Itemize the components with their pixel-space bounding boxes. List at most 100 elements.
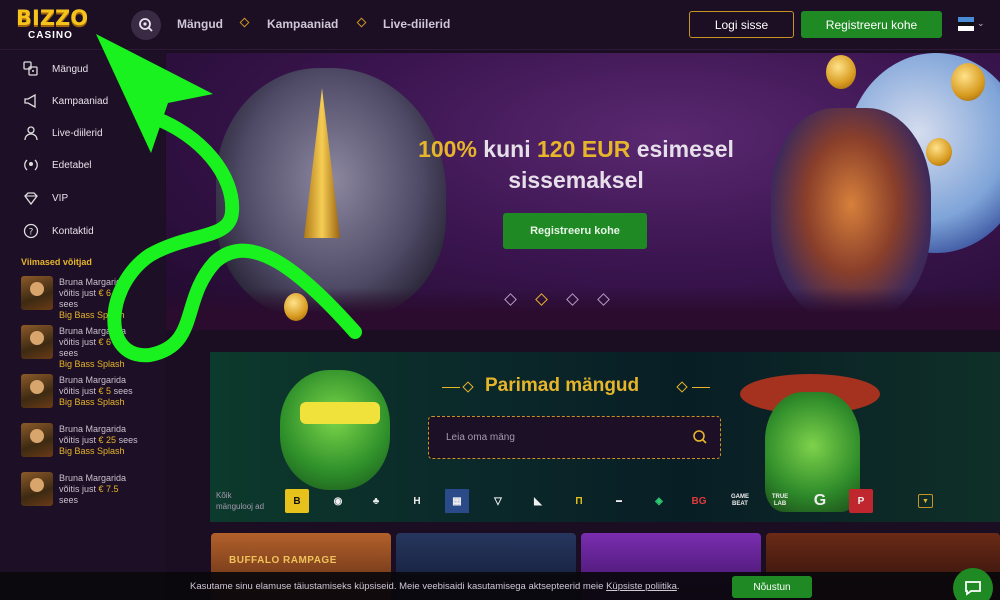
logo-subtitle: CASINO [28, 30, 73, 41]
carousel-dot[interactable] [566, 293, 579, 306]
coin-artwork [284, 293, 308, 321]
promo-banner[interactable]: 100% kuni 120 EUR esimesel sissemaksel R… [166, 53, 1000, 330]
provider-logo[interactable]: Π [567, 489, 591, 513]
promo-headline: 100% kuni 120 EUR esimesel sissemaksel [418, 136, 734, 193]
game-thumbnail [21, 472, 53, 506]
winner-item[interactable]: Bruna Margarida võitis just € 6 sees Big… [21, 324, 161, 369]
provider-logo[interactable]: ▽ [486, 489, 510, 513]
sidebar-item-promotions[interactable]: Kampaaniad [22, 91, 108, 111]
bizzo-casino-logo[interactable]: BIZZO CASINO [14, 6, 100, 44]
games-icon [22, 60, 40, 78]
provider-logo[interactable]: ◉ [326, 489, 350, 513]
game-thumbnail [21, 374, 53, 408]
provider-logo[interactable]: ▦ [445, 489, 469, 513]
nav-games[interactable]: Mängud [177, 17, 223, 31]
winner-game[interactable]: Big Bass Splash [59, 446, 125, 456]
search-button[interactable] [131, 10, 161, 40]
winner-name: Bruna Margarida [59, 277, 127, 287]
game-tile-title: BUFFALO RAMPAGE [229, 555, 337, 566]
winner-suffix: sees [59, 348, 79, 358]
sidebar-item-label: Mängud [52, 63, 89, 75]
sidebar-item-label: VIP [52, 192, 69, 204]
sidebar: Mängud Kampaaniad Live-diilerid Edetabel… [0, 51, 165, 600]
title-ornament-icon [676, 381, 688, 393]
winner-name: Bruna Margarida [59, 326, 127, 336]
provider-logo[interactable]: GAME BEAT [728, 489, 752, 513]
estonian-flag-icon[interactable] [958, 17, 974, 31]
cookie-text: Kasutame sinu elamuse täiustamiseks küps… [190, 581, 680, 592]
carousel-dot-active[interactable] [535, 293, 548, 306]
sidebar-item-vip[interactable]: VIP [22, 188, 68, 208]
logo-wordmark: BIZZO [16, 6, 89, 30]
provider-logo[interactable]: B [285, 489, 309, 513]
winner-amount-line: võitis just € 6 [59, 288, 112, 298]
recent-winners-title: Viimased võitjad [21, 257, 92, 267]
game-thumbnail [21, 325, 53, 359]
chevron-down-icon[interactable]: ⌄ [977, 18, 985, 29]
carousel-dot[interactable] [597, 293, 610, 306]
winner-amount-line: võitis just € 5 sees [59, 386, 133, 396]
provider-logo[interactable]: P [849, 489, 873, 513]
nav-promotions[interactable]: Kampaaniad [267, 17, 338, 31]
winner-item[interactable]: Bruna Margarida võitis just € 5 sees Big… [21, 373, 161, 413]
live-chat-button[interactable] [953, 568, 993, 600]
winner-name: Bruna Margarida [59, 375, 127, 385]
provider-logo[interactable]: H [405, 489, 429, 513]
megaphone-icon [22, 92, 40, 110]
provider-logo[interactable]: BG [687, 489, 711, 513]
frog-mascot-artwork [280, 370, 390, 490]
sidebar-item-contacts[interactable]: ? Kontaktid [22, 221, 94, 241]
winner-item[interactable]: Bruna Margarida võitis just € 25 sees Bi… [21, 422, 161, 462]
carousel-dot[interactable] [504, 293, 517, 306]
game-thumbnail [21, 423, 53, 457]
search-placeholder: Leia oma mäng [446, 432, 515, 443]
all-providers-label[interactable]: Kõik mängulooj ad [216, 490, 264, 512]
provider-logo[interactable]: ◣ [526, 489, 550, 513]
register-button[interactable]: Registreeru kohe [801, 11, 942, 38]
provider-logo[interactable]: ▬ [607, 489, 631, 513]
winner-name: Bruna Margarida [59, 424, 127, 434]
sidebar-item-games[interactable]: Mängud [22, 59, 88, 79]
cookie-accept-button[interactable]: Nõustun [732, 576, 812, 598]
cookie-consent-bar: Kasutame sinu elamuse täiustamiseks küps… [0, 572, 1000, 600]
coin-artwork [951, 63, 985, 101]
coin-artwork [826, 55, 856, 89]
winner-suffix: sees [59, 495, 79, 505]
search-icon [693, 430, 707, 444]
game-thumbnail [21, 276, 53, 310]
nav-separator-icon [239, 17, 250, 28]
winner-suffix: sees [59, 299, 79, 309]
promo-register-button[interactable]: Registreeru kohe [503, 213, 647, 249]
cookie-policy-link[interactable]: Küpsiste poliitika [606, 581, 677, 592]
winner-item[interactable]: Bruna Margarida võitis just € 6 sees Big… [21, 275, 161, 320]
sidebar-item-label: Live-diilerid [52, 127, 103, 139]
provider-logo[interactable]: ◈ [647, 489, 671, 513]
login-button[interactable]: Logi sisse [689, 11, 794, 38]
search-icon [139, 18, 153, 32]
laurel-icon [22, 156, 40, 174]
sidebar-item-live-dealers[interactable]: Live-diilerid [22, 123, 103, 143]
svg-text:?: ? [29, 228, 34, 238]
chat-bubble-icon [965, 581, 981, 596]
winner-game[interactable]: Big Bass Splash [59, 359, 125, 369]
carousel-indicators [504, 293, 610, 306]
live-dealer-icon [22, 124, 40, 142]
nav-live-dealers[interactable]: Live-diilerid [383, 17, 450, 31]
winner-amount-line: võitis just € 25 sees [59, 435, 138, 445]
sidebar-item-label: Kontaktid [52, 225, 94, 237]
sidebar-item-label: Kampaaniad [52, 95, 109, 107]
diamond-icon [22, 189, 40, 207]
provider-logo[interactable]: TRUE LAB [768, 489, 792, 513]
winner-item[interactable]: Bruna Margarida võitis just € 7.5 sees [21, 471, 161, 511]
winner-game[interactable]: Big Bass Splash [59, 397, 125, 407]
sidebar-item-label: Edetabel [52, 159, 92, 171]
title-ornament-line [692, 387, 710, 388]
providers-dropdown-button[interactable]: ▼ [918, 494, 933, 508]
provider-logo[interactable]: G [808, 489, 832, 513]
provider-logo[interactable]: ♣ [364, 489, 388, 513]
winner-game[interactable]: Big Bass Splash [59, 310, 125, 320]
game-search-input[interactable]: Leia oma mäng [428, 416, 721, 459]
winner-name: Bruna Margarida [59, 473, 127, 483]
sunglasses-artwork [300, 402, 380, 424]
sidebar-item-leaderboard[interactable]: Edetabel [22, 155, 91, 175]
